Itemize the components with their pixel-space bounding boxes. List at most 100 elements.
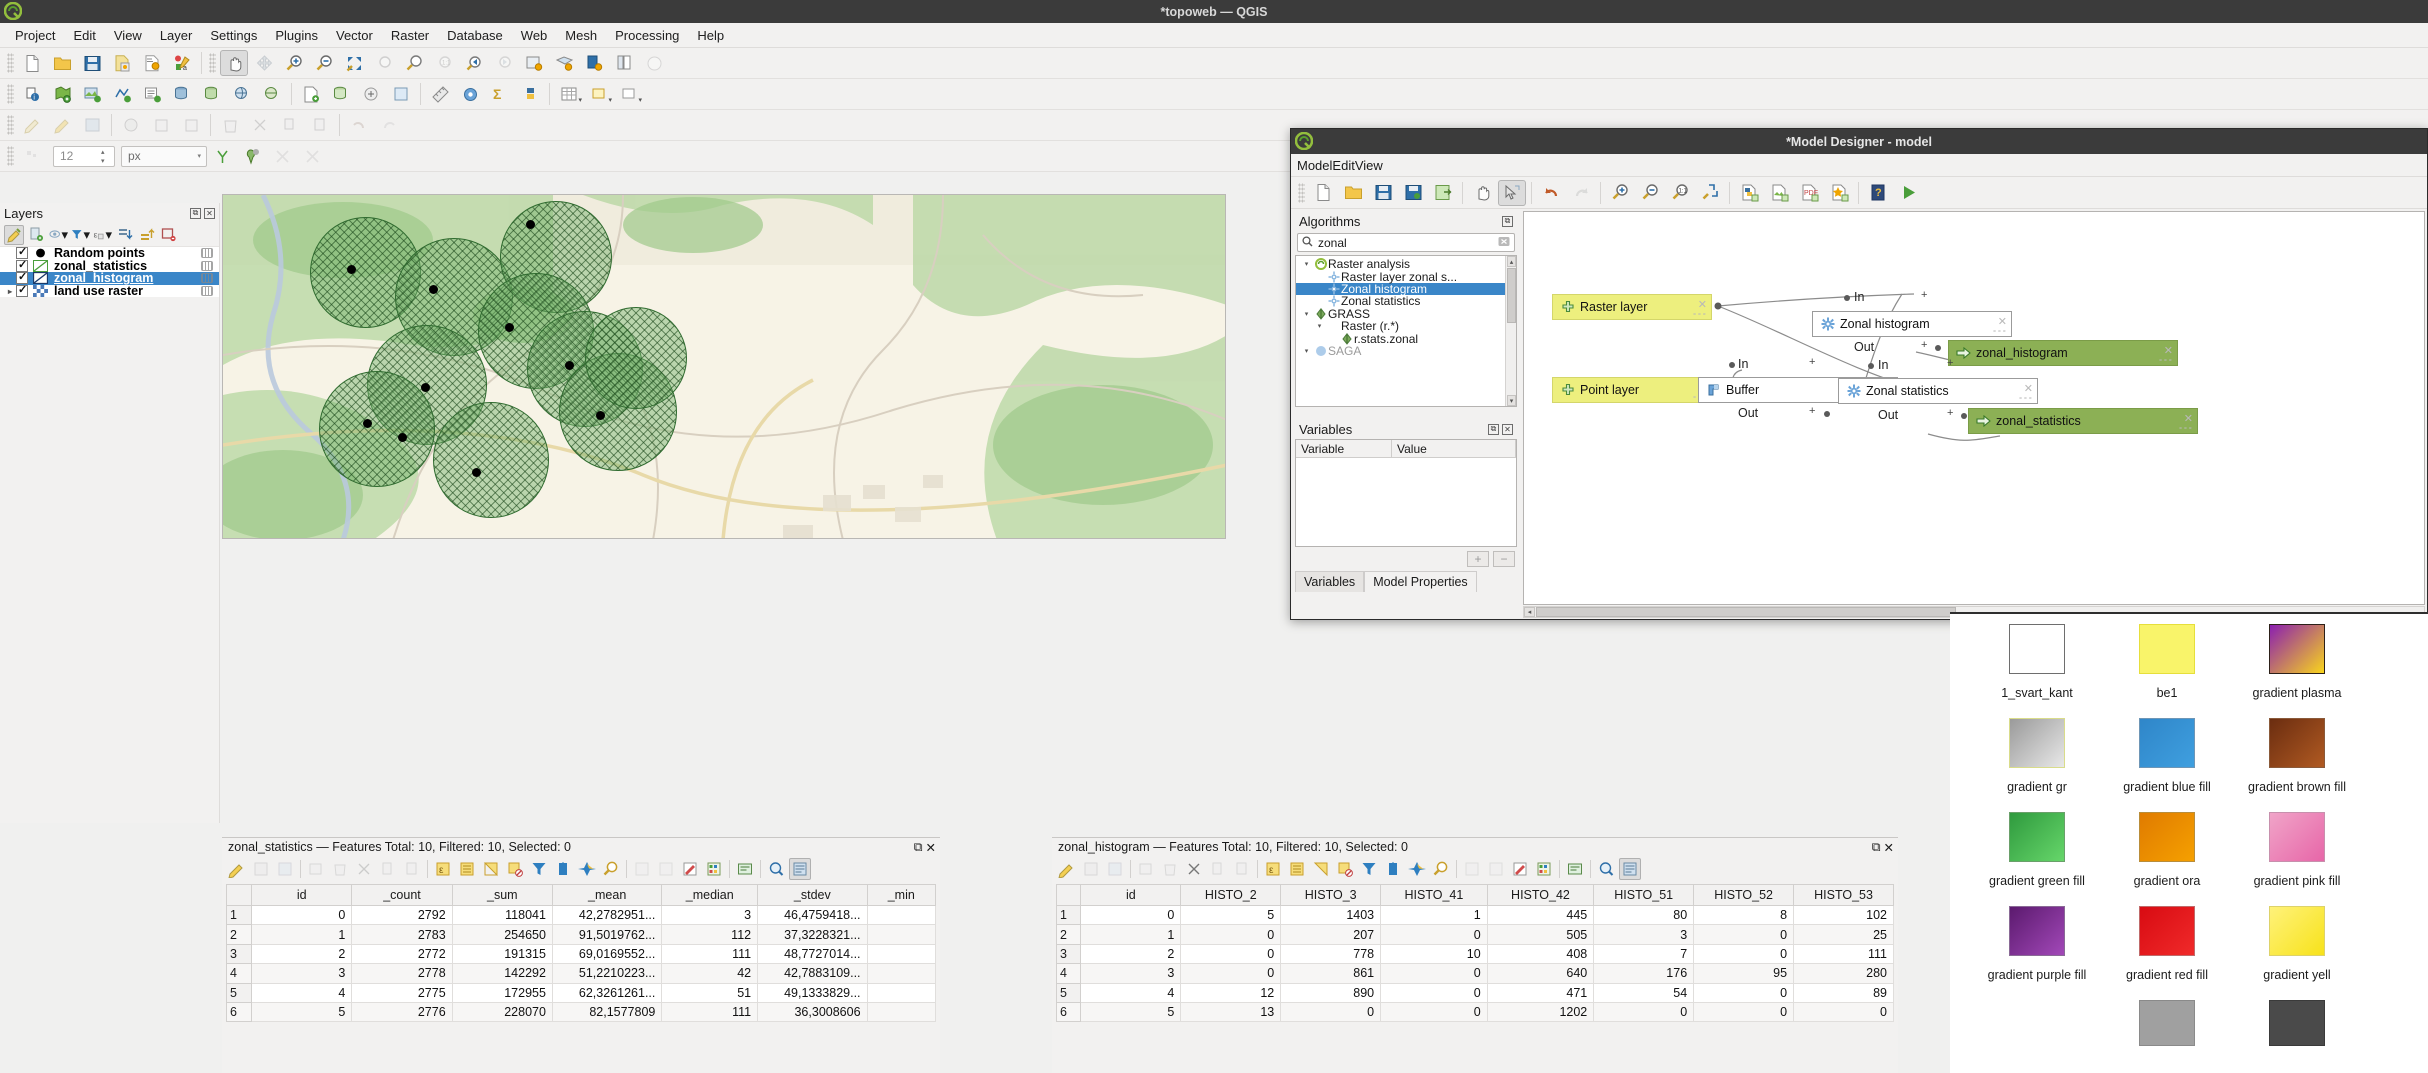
menu-item-raster[interactable]: Raster xyxy=(382,25,438,46)
table-cell[interactable]: 5 xyxy=(1180,904,1282,926)
table-cell[interactable]: 5 xyxy=(1080,1001,1182,1023)
table-cell[interactable]: 207 xyxy=(1280,924,1382,945)
node-handle-dots[interactable]: ∘∘∘ xyxy=(2018,394,2033,402)
map-canvas[interactable] xyxy=(222,194,1226,539)
row-number[interactable]: 3 xyxy=(1056,943,1082,965)
style-swatch-item[interactable]: gradient green fill xyxy=(1972,806,2102,900)
add-wms-layer-button[interactable] xyxy=(228,81,256,107)
table-cell[interactable]: 2783 xyxy=(351,924,453,945)
toolbar-grip[interactable] xyxy=(7,84,14,104)
table-row[interactable]: 6 5 2776 228070 82,1577809 111 36,3008606 xyxy=(226,1001,936,1023)
table-cell[interactable]: 0 xyxy=(1693,1001,1795,1023)
table-cell[interactable]: 3 xyxy=(1080,963,1182,984)
layer-item-zonal-statistics[interactable]: zonal_statistics xyxy=(0,258,219,273)
save-project-button[interactable] xyxy=(78,50,106,76)
row-number[interactable]: 2 xyxy=(1056,924,1082,945)
manage-map-themes-button[interactable]: ▾ xyxy=(48,225,68,245)
algorithm-tree-item-grass[interactable]: ▾ GRASS xyxy=(1296,307,1505,321)
table-cell[interactable]: 228070 xyxy=(451,1001,553,1023)
table-cell[interactable]: 1 xyxy=(1380,904,1488,926)
table-cell[interactable]: 42,7883109... xyxy=(757,963,868,984)
variables-table[interactable]: Variable Value xyxy=(1295,439,1517,547)
style-swatch-item[interactable]: 1_svart_kant xyxy=(1972,618,2102,712)
table-cell[interactable]: 51 xyxy=(661,982,759,1003)
column-header-histo_52[interactable]: HISTO_52 xyxy=(1693,884,1795,906)
toggle-form-view-button[interactable] xyxy=(789,858,811,880)
close-icon[interactable]: ✕ xyxy=(1884,840,1894,855)
filter-features-button[interactable] xyxy=(1358,858,1380,880)
add-feature-button[interactable] xyxy=(305,858,327,880)
show-map-tips-button[interactable] xyxy=(640,50,668,76)
row-number[interactable]: 5 xyxy=(1056,982,1082,1003)
style-swatch-item[interactable]: gradient purple fill xyxy=(1972,900,2102,994)
table-cell[interactable]: 0 xyxy=(251,904,353,926)
zoom-in-button[interactable] xyxy=(1606,180,1634,206)
row-number[interactable]: 6 xyxy=(226,1001,253,1023)
open-attribute-table-button[interactable]: ▾ xyxy=(555,81,583,107)
save-model-as-button[interactable] xyxy=(1399,180,1427,206)
model-canvas[interactable]: Raster layer ✕ ∘∘∘ Point layer ✕ ∘∘∘ In … xyxy=(1523,211,2425,605)
add-wfs-layer-button[interactable] xyxy=(258,81,286,107)
zoom-out-button[interactable] xyxy=(1636,180,1664,206)
table-cell[interactable]: 8 xyxy=(1693,904,1795,926)
table-row[interactable]: 4 3 2778 142292 51,2210223... 42 42,7883109... xyxy=(226,963,936,984)
buffer-in-expand-icon[interactable]: + xyxy=(1809,356,1815,368)
layer-item-land-use-raster[interactable]: ▸ land use raster xyxy=(0,283,219,298)
algorithm-search-input[interactable]: zonal xyxy=(1297,233,1515,252)
move-selection-to-top-button[interactable] xyxy=(552,858,574,880)
filter-features-button[interactable] xyxy=(528,858,550,880)
table-cell[interactable]: 5 xyxy=(251,1001,353,1023)
open-model-button[interactable] xyxy=(1339,180,1367,206)
table-cell[interactable]: 471 xyxy=(1486,982,1595,1003)
table-cell[interactable] xyxy=(866,963,936,984)
table-cell[interactable]: 89 xyxy=(1793,982,1894,1003)
save-project-as-button[interactable] xyxy=(108,50,136,76)
column-header-histo_51[interactable]: HISTO_51 xyxy=(1593,884,1695,906)
algorithm-tree-item-raster-analysis[interactable]: ▾ Raster analysis xyxy=(1296,257,1505,271)
copy-features-button[interactable] xyxy=(276,112,304,138)
table-cell[interactable]: 2772 xyxy=(351,943,453,965)
table-cell[interactable]: 13 xyxy=(1180,1001,1282,1023)
row-number[interactable]: 5 xyxy=(226,982,253,1003)
table-cell[interactable]: 42,2782951... xyxy=(551,904,663,926)
attribute-table-right[interactable]: id HISTO_2 HISTO_3 HISTO_41 HISTO_42 HISTO_51… xyxy=(1056,884,1894,1023)
conditional-formatting-button[interactable] xyxy=(1533,858,1555,880)
new-temporary-scratch-layer-button[interactable] xyxy=(387,81,415,107)
table-cell[interactable]: 0 xyxy=(1380,963,1488,984)
table-cell[interactable]: 12 xyxy=(1180,982,1282,1003)
toolbar-grip[interactable] xyxy=(7,146,14,166)
actions-button[interactable] xyxy=(1564,858,1586,880)
table-cell[interactable]: 111 xyxy=(1793,943,1894,965)
measure-line-button[interactable] xyxy=(426,81,454,107)
close-icon[interactable]: ✕ xyxy=(204,207,215,219)
column-header-min[interactable]: _min xyxy=(866,884,936,906)
export-model-button[interactable] xyxy=(1429,180,1457,206)
scroll-up-arrow-icon[interactable]: ▴ xyxy=(1507,256,1516,267)
model-menu-item-view[interactable]: View xyxy=(1355,158,1383,173)
table-cell[interactable]: 46,4759418... xyxy=(757,904,868,926)
table-cell[interactable]: 2 xyxy=(251,943,353,965)
table-cell[interactable]: 42 xyxy=(661,963,759,984)
toolbar-grip[interactable] xyxy=(1298,182,1305,203)
cut-features-button[interactable] xyxy=(1183,858,1205,880)
new-geopackage-layer-button[interactable] xyxy=(327,81,355,107)
table-cell[interactable]: 2 xyxy=(1080,943,1182,965)
export-as-python-button[interactable] xyxy=(1735,180,1763,206)
table-cell[interactable]: 62,3261261... xyxy=(551,982,663,1003)
add-raster-layer-button[interactable] xyxy=(78,81,106,107)
algorithm-tree-item-r-stats-zonal[interactable]: r.stats.zonal xyxy=(1296,332,1505,346)
new-model-button[interactable] xyxy=(1309,180,1337,206)
select-all-button[interactable] xyxy=(1286,858,1308,880)
project-properties-button[interactable] xyxy=(138,50,166,76)
algorithm-tree-item-raster-r-[interactable]: ▾ Raster (r.*) xyxy=(1296,319,1505,333)
table-cell[interactable]: 82,1577809 xyxy=(551,1001,663,1023)
menu-item-view[interactable]: View xyxy=(105,25,151,46)
table-cell[interactable] xyxy=(866,924,936,945)
clear-search-icon[interactable] xyxy=(1498,236,1510,250)
model-node-point-layer[interactable]: Point layer ✕ ∘∘∘ xyxy=(1552,377,1712,403)
snapping-tolerance-input[interactable]: 12 ▴ ▾ xyxy=(53,145,115,167)
select-features-button[interactable]: ▾ xyxy=(585,81,613,107)
open-project-button[interactable] xyxy=(48,50,76,76)
table-cell[interactable]: 80 xyxy=(1593,904,1695,926)
table-cell[interactable]: 0 xyxy=(1280,1001,1382,1023)
